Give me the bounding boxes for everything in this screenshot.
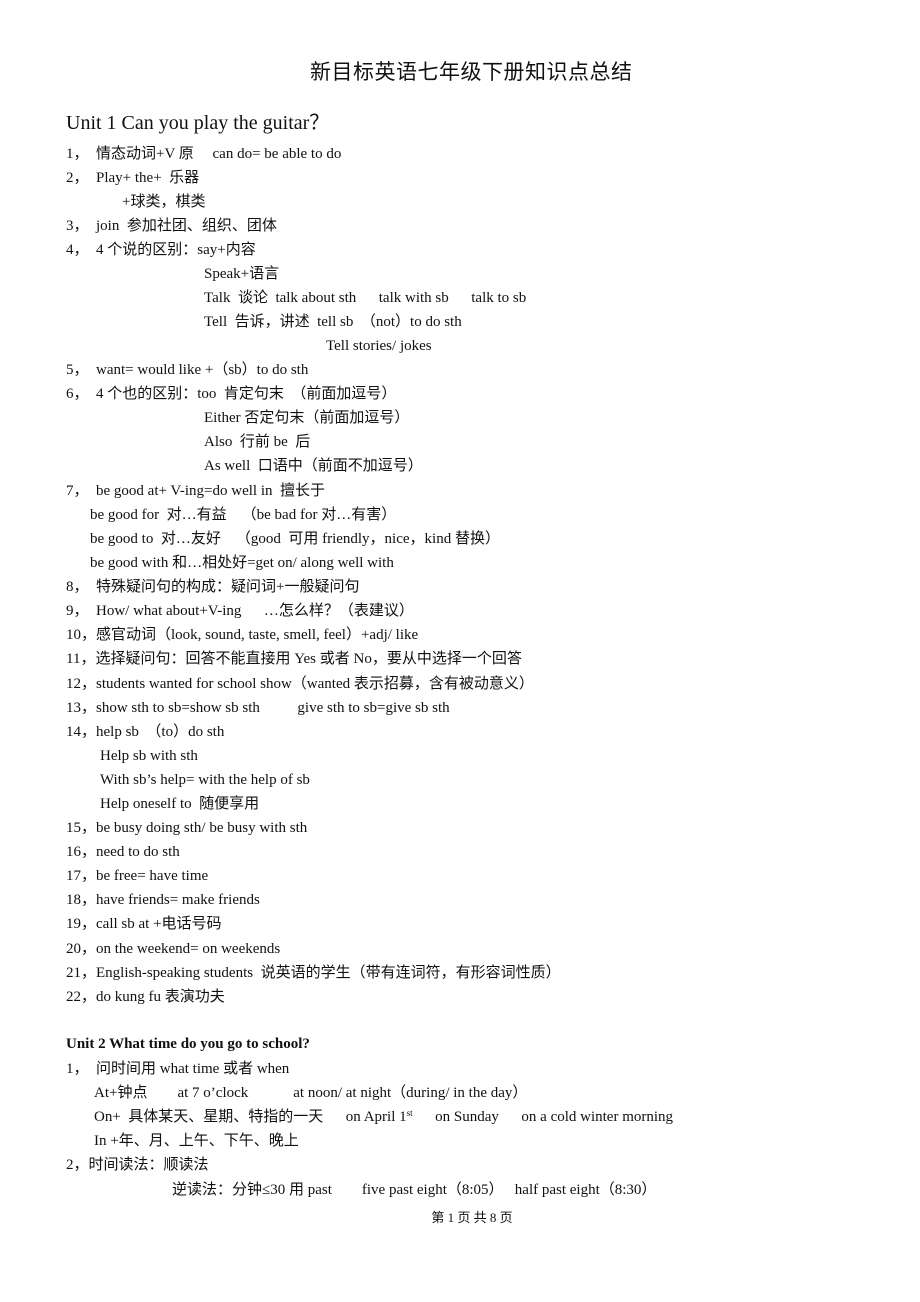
note-line: be good to 对…友好 （good 可用 friendly，nice，k… xyxy=(90,531,500,547)
note-line: With sb’s help= with the help of sb xyxy=(100,772,310,788)
page-footer: 第 1 页 共 8 页 xyxy=(431,1210,513,1225)
note-line: 10，感官动词（look, sound, taste, smell, feel）… xyxy=(66,627,419,643)
note-text: on Sunday on a cold winter morning xyxy=(412,1109,674,1125)
note-line: Also 行前 be 后 xyxy=(204,434,311,450)
note-line: Tell stories/ jokes xyxy=(326,338,432,354)
note-line: 1， 情态动词+V 原 can do= be able to do xyxy=(66,146,342,162)
note-line: 12，students wanted for school show（wante… xyxy=(66,676,534,692)
note-line: 15，be busy doing sth/ be busy with sth xyxy=(66,820,308,836)
note-line: Talk 谈论 talk about sth talk with sb talk… xyxy=(204,290,527,306)
note-line: 9， How/ what about+V-ing …怎么样？（表建议） xyxy=(66,603,414,619)
note-line: As well 口语中（前面不加逗号） xyxy=(204,458,423,474)
note-line: At+钟点 at 7 o’clock at noon/ at night（dur… xyxy=(94,1085,528,1101)
note-line: Either 否定句末（前面加逗号） xyxy=(204,410,410,426)
note-line: 逆读法：分钟≤30 用 past five past eight（8:05） h… xyxy=(172,1182,657,1198)
note-line: 3， join 参加社团、组织、团体 xyxy=(66,218,277,234)
note-line: 1， 问时间用 what time 或者 when xyxy=(66,1061,290,1077)
note-line: be good for 对…有益 （be bad for 对…有害） xyxy=(90,507,397,523)
note-line: 18，have friends= make friends xyxy=(66,892,260,908)
note-line: +球类，棋类 xyxy=(122,194,206,210)
note-line: 20，on the weekend= on weekends xyxy=(66,941,281,957)
note-line: 6， 4 个也的区别：too 肯定句末 （前面加逗号） xyxy=(66,386,397,402)
unit2-heading: Unit 2 What time do you go to school? xyxy=(66,1036,310,1052)
note-line: 17，be free= have time xyxy=(66,868,209,884)
page-title: 新目标英语七年级下册知识点总结 xyxy=(310,60,633,84)
note-line: 11，选择疑问句：回答不能直接用 Yes 或者 No，要从中选择一个回答 xyxy=(66,651,522,667)
note-line: 14，help sb （to）do sth xyxy=(66,724,225,740)
note-line: Help oneself to 随便享用 xyxy=(100,796,260,812)
note-line: 19，call sb at +电话号码 xyxy=(66,916,222,932)
note-text: On+ 具体某天、星期、特指的一天 on April 1 xyxy=(94,1109,407,1125)
note-line: Tell 告诉，讲述 tell sb （not）to do sth xyxy=(204,314,462,330)
note-line: Speak+语言 xyxy=(204,266,280,282)
note-line: 4， 4 个说的区别：say+内容 xyxy=(66,242,256,258)
note-line: In +年、月、上午、下午、晚上 xyxy=(94,1133,299,1149)
note-line: 5， want= would like +（sb）to do sth xyxy=(66,362,309,378)
note-line: 13，show sth to sb=show sb sth give sth t… xyxy=(66,700,450,716)
unit1-heading: Unit 1 Can you play the guitar？ xyxy=(66,112,330,134)
note-line: be good with 和…相处好=get on/ along well wi… xyxy=(90,555,394,571)
note-line: Help sb with sth xyxy=(100,748,198,764)
note-line: 21，English-speaking students 说英语的学生（带有连词… xyxy=(66,965,561,981)
note-line: 7， be good at+ V-ing=do well in 擅长于 xyxy=(66,483,325,499)
note-line: 2， Play+ the+ 乐器 xyxy=(66,170,200,186)
note-line: 2，时间读法：顺读法 xyxy=(66,1157,209,1173)
note-line: On+ 具体某天、星期、特指的一天 on April 1st on Sunday… xyxy=(94,1108,673,1126)
note-line: 22，do kung fu 表演功夫 xyxy=(66,989,225,1005)
note-line: 16，need to do sth xyxy=(66,844,180,860)
note-line: 8， 特殊疑问句的构成：疑问词+一般疑问句 xyxy=(66,579,360,595)
